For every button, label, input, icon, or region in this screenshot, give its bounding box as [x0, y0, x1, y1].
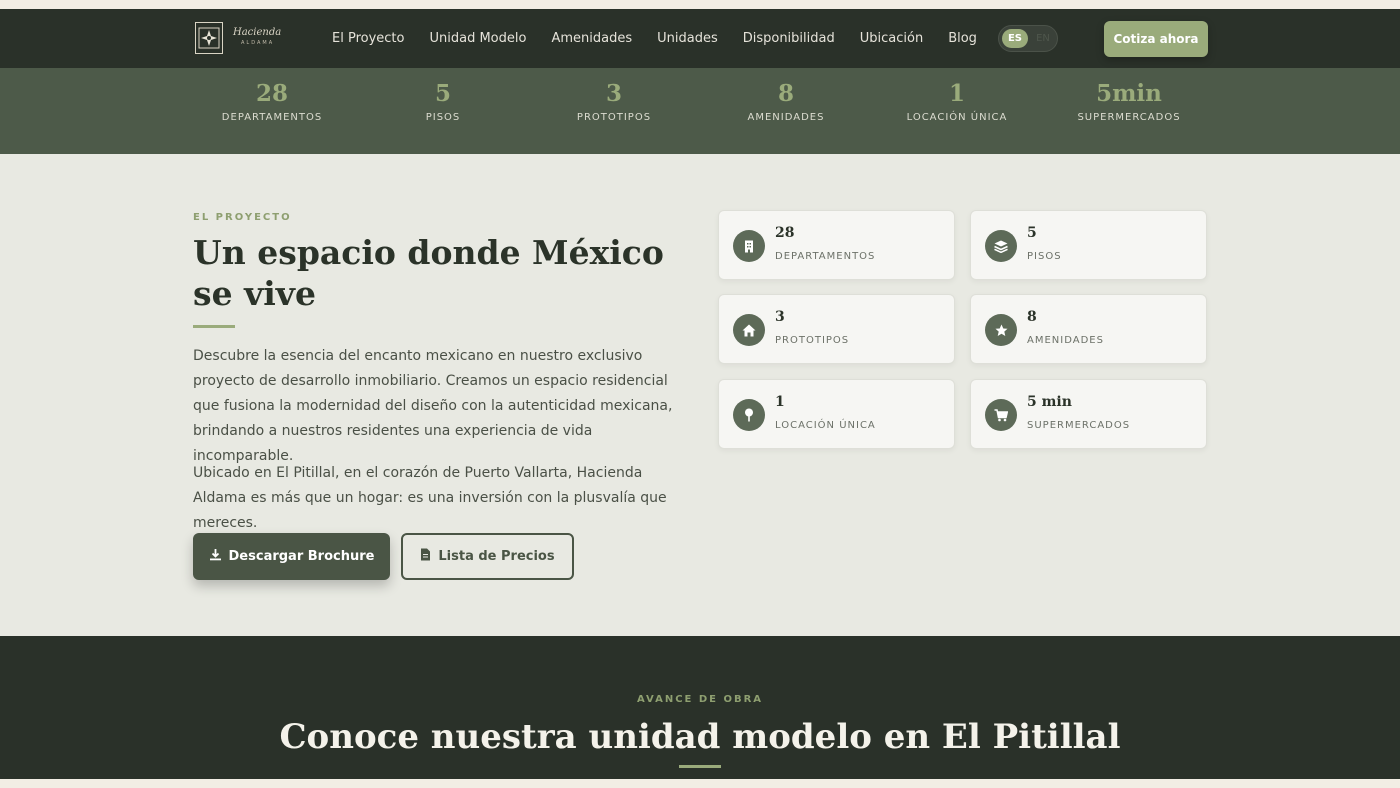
card-number: 5 min: [1027, 394, 1072, 410]
nav-link-el-proyecto[interactable]: El Proyecto: [332, 31, 404, 46]
top-navbar: Hacienda ALDAMA El Proyecto Unidad Model…: [0, 9, 1400, 68]
star-icon: [985, 314, 1017, 346]
lang-es-option[interactable]: ES: [1002, 29, 1028, 48]
brand-name: Hacienda ALDAMA: [233, 27, 281, 49]
home-icon: [733, 314, 765, 346]
stat-label: LOCACIÓN ÚNICA: [906, 112, 1008, 123]
feature-card-prototipos: 3 PROTOTIPOS: [718, 294, 955, 364]
stat-pisos: 5 PISOS: [363, 76, 523, 123]
document-icon: [420, 548, 431, 565]
download-brochure-label: Descargar Brochure: [228, 549, 375, 564]
feature-card-pisos: 5 PISOS: [970, 210, 1207, 280]
stat-number: 8: [777, 80, 794, 107]
feature-card-supermercados: 5 min SUPERMERCADOS: [970, 379, 1207, 449]
stat-label: DEPARTAMENTOS: [221, 112, 323, 123]
price-list-label: Lista de Precios: [438, 549, 555, 564]
stat-supermercados: 5min SUPERMERCADOS: [1049, 76, 1209, 123]
stat-locacion-unica: 1 LOCACIÓN ÚNICA: [877, 76, 1037, 123]
nav-link-disponibilidad[interactable]: Disponibilidad: [743, 31, 835, 46]
stat-label: AMENIDADES: [747, 112, 825, 123]
description-paragraph-1: Descubre la esencia del encanto mexicano…: [193, 348, 673, 464]
nav-link-unidad-modelo[interactable]: Unidad Modelo: [429, 31, 526, 46]
layers-icon: [985, 230, 1017, 262]
download-icon: [209, 548, 222, 565]
building-icon: [733, 230, 765, 262]
price-list-button[interactable]: Lista de Precios: [401, 533, 574, 580]
card-label: DEPARTAMENTOS: [775, 251, 876, 262]
description-paragraph-2: Ubicado en El Pitillal, en el corazón de…: [193, 465, 667, 531]
brand-name-text: Hacienda: [233, 27, 282, 38]
card-number: 3: [775, 309, 785, 325]
stat-label: PISOS: [425, 112, 461, 123]
stat-number: 5: [434, 80, 451, 107]
stat-prototipos: 3 PROTOTIPOS: [534, 76, 694, 123]
card-label: SUPERMERCADOS: [1027, 420, 1131, 431]
card-number: 5: [1027, 225, 1037, 241]
nav-links: El Proyecto Unidad Modelo Amenidades Uni…: [332, 9, 1002, 68]
nav-link-amenidades[interactable]: Amenidades: [551, 31, 632, 46]
avance-eyebrow: AVANCE DE OBRA: [636, 694, 764, 705]
feature-card-amenidades: 8 AMENIDADES: [970, 294, 1207, 364]
language-toggle[interactable]: ES EN: [998, 25, 1058, 52]
feature-card-locacion-unica: 1 LOCACIÓN ÚNICA: [718, 379, 955, 449]
card-number: 28: [775, 225, 795, 241]
stat-label: SUPERMERCADOS: [1077, 112, 1181, 123]
stat-departamentos: 28 DEPARTAMENTOS: [192, 76, 352, 123]
stat-number: 3: [605, 80, 622, 107]
avance-title: Conoce nuestra unidad modelo en El Pitil…: [279, 717, 1121, 757]
brand-subname: ALDAMA: [241, 40, 275, 46]
feature-card-departamentos: 28 DEPARTAMENTOS: [718, 210, 955, 280]
lang-en-option[interactable]: EN: [1033, 29, 1053, 48]
card-label: PROTOTIPOS: [775, 335, 850, 346]
map-pin-icon: [733, 399, 765, 431]
stat-label: PROTOTIPOS: [576, 112, 652, 123]
project-section: EL PROYECTO Un espacio donde México se v…: [0, 154, 1400, 636]
cart-icon: [985, 399, 1017, 431]
stat-amenidades: 8 AMENIDADES: [706, 76, 866, 123]
stat-number: 28: [255, 80, 288, 107]
card-number: 8: [1027, 309, 1037, 325]
nav-link-unidades[interactable]: Unidades: [657, 31, 718, 46]
card-label: AMENIDADES: [1027, 335, 1104, 346]
avance-title-divider: [679, 765, 721, 768]
nav-link-blog[interactable]: Blog: [948, 31, 977, 46]
card-label: PISOS: [1027, 251, 1062, 262]
section-title: Un espacio donde México se vive: [193, 233, 664, 313]
card-number: 1: [775, 394, 785, 410]
section-eyebrow: EL PROYECTO: [193, 212, 292, 223]
stats-bar: 28 DEPARTAMENTOS 5 PISOS 3 PROTOTIPOS 8 …: [0, 68, 1400, 154]
download-brochure-button[interactable]: Descargar Brochure: [193, 533, 390, 580]
stat-number: 5min: [1096, 80, 1162, 107]
title-divider: [193, 325, 235, 328]
nav-link-ubicacion[interactable]: Ubicación: [860, 31, 923, 46]
page: Hacienda ALDAMA El Proyecto Unidad Model…: [0, 9, 1400, 779]
card-label: LOCACIÓN ÚNICA: [775, 420, 876, 431]
logo-emblem-icon: [195, 22, 223, 54]
avance-section: AVANCE DE OBRA Conoce nuestra unidad mod…: [0, 636, 1400, 779]
cotiza-ahora-button[interactable]: Cotiza ahora: [1104, 21, 1208, 57]
stat-number: 1: [948, 80, 965, 107]
brand-logo[interactable]: Hacienda ALDAMA: [195, 22, 281, 54]
